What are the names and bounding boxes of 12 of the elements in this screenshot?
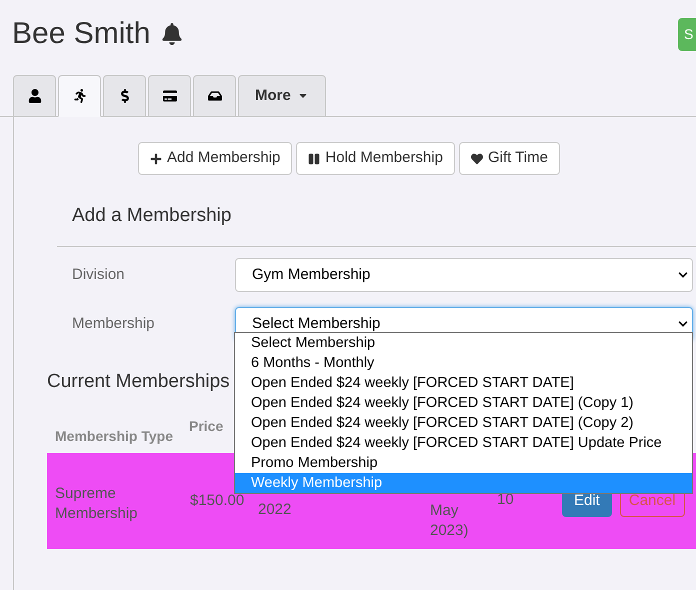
table-cell-text: 10 <box>496 490 515 510</box>
column-header: Membership Type <box>54 427 174 446</box>
field-label: Membership <box>72 314 156 334</box>
table-cell-text: $150.00 <box>189 490 246 511</box>
section-title: Add a Membership <box>72 204 232 228</box>
table-cell-text: Supreme Membership <box>54 484 139 524</box>
table-cell-text: May 2023) <box>429 501 470 541</box>
table-cell-text: 2022 <box>257 500 292 520</box>
column-header: Price <box>188 417 224 436</box>
field-label: Division <box>72 264 126 285</box>
section-title: Current Memberships <box>47 370 230 394</box>
customer-name: Bee Smith <box>12 16 150 52</box>
